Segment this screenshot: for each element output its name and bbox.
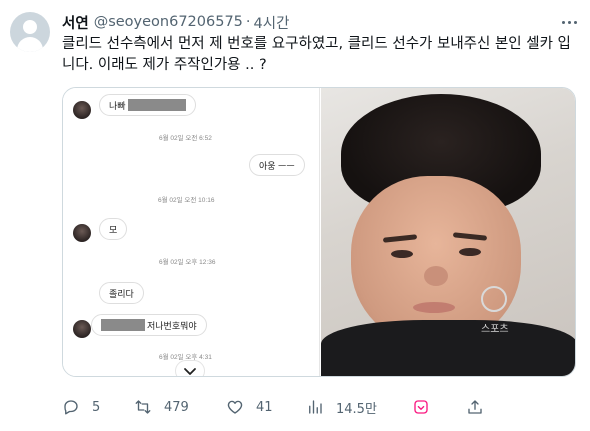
chat-message-text: 졸리다 — [109, 288, 134, 299]
tweet-actions: 5 479 41 14.5만 — [62, 393, 492, 421]
retweet-count: 479 — [164, 399, 189, 415]
author-avatar[interactable] — [10, 12, 50, 52]
eye-shape — [459, 248, 481, 256]
chat-screenshot-image[interactable]: 나빠 6월 02일 오전 6:52 아웅 ㅡㅡ 6월 02일 오전 10:16 … — [63, 88, 320, 376]
redacted-block — [127, 99, 186, 111]
reply-button[interactable]: 5 — [62, 393, 100, 421]
view-count: 14.5만 — [336, 401, 377, 417]
like-icon — [227, 400, 243, 414]
chat-bubble-sent: 아웅 ㅡㅡ — [249, 154, 305, 176]
chat-avatar — [73, 320, 91, 338]
more-icon[interactable] — [558, 12, 580, 32]
author-handle[interactable]: @seoyeon67206575 — [94, 14, 243, 30]
reply-count: 5 — [92, 399, 101, 415]
chat-message-text: 모 — [109, 224, 118, 235]
chat-timestamp: 6월 02일 오전 6:52 — [159, 135, 212, 142]
chat-message-text: 저나번호뭐야 — [147, 320, 197, 331]
tweet-header: 서연 @seoyeon67206575 · 4시간 — [62, 12, 289, 32]
retweet-icon — [135, 400, 151, 414]
share-icon — [468, 400, 482, 414]
selfie-photo[interactable]: 스포츠 — [321, 88, 575, 376]
bookmark-icon — [414, 400, 428, 414]
chat-bubble-received: 모 — [99, 218, 128, 240]
nose-shape — [424, 266, 448, 286]
share-button[interactable] — [466, 393, 484, 421]
chat-bubble-received: 저나번호뭐야 — [91, 314, 207, 336]
mouth-shape — [413, 302, 455, 313]
eye-shape — [391, 250, 413, 258]
shirt-text: 스포츠 — [481, 324, 509, 335]
views-button[interactable]: 14.5만 — [306, 393, 377, 421]
redacted-block — [101, 319, 145, 331]
author-name[interactable]: 서연 — [62, 12, 89, 33]
chat-timestamp: 6월 02일 오전 10:16 — [158, 197, 215, 204]
chat-message-text: 나빠 — [109, 100, 126, 111]
retweet-button[interactable]: 479 — [134, 393, 189, 421]
reply-icon — [64, 400, 78, 415]
views-icon — [309, 400, 322, 414]
chat-avatar — [73, 101, 91, 119]
avatar-head-shape — [23, 20, 37, 34]
chat-message-text: 아웅 ㅡㅡ — [259, 160, 295, 171]
avatar-body-shape — [17, 37, 43, 52]
header-separator: · — [245, 14, 251, 30]
chat-bubble-received: 나빠 — [99, 94, 196, 116]
like-button[interactable]: 41 — [226, 393, 273, 421]
shirt-shape — [321, 320, 575, 376]
chevron-down-icon[interactable] — [175, 360, 205, 376]
tweet-time[interactable]: 4시간 — [254, 12, 290, 33]
chat-timestamp: 6월 02일 오후 12:36 — [159, 259, 216, 266]
bookmark-button[interactable] — [412, 393, 430, 421]
tweet-text: 클리드 선수측에서 먼저 제 번호를 요구하였고, 클리드 선수가 보내주신 본… — [62, 36, 571, 73]
like-count: 41 — [256, 399, 273, 415]
chat-avatar — [73, 224, 91, 242]
chat-bubble-received: 졸리다 — [99, 282, 144, 304]
shirt-logo-icon — [481, 286, 507, 312]
tweet-media[interactable]: 나빠 6월 02일 오전 6:52 아웅 ㅡㅡ 6월 02일 오전 10:16 … — [62, 87, 576, 377]
